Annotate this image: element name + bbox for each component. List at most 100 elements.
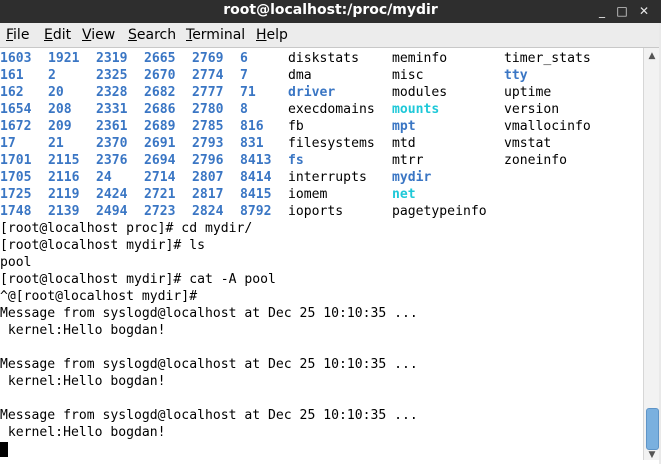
menu-help[interactable]: Help (256, 27, 288, 43)
listing-entry: mtrr (392, 153, 424, 168)
listing-entry: 2694 (144, 153, 176, 168)
terminal-area[interactable]: 1603 1921 2319 2665 2769 6 diskstats meminfo tim… (0, 48, 643, 460)
listing-entry: 2361 (96, 119, 128, 134)
vertical-scrollbar[interactable]: ▲ ▼ (643, 48, 660, 460)
listing-entry: 2780 (192, 102, 224, 117)
scroll-up-arrow-icon[interactable]: ▲ (647, 51, 657, 61)
listing-entry: 1701 (0, 153, 32, 168)
listing-entry: 24 (96, 170, 112, 185)
listing-entry: 2331 (96, 102, 128, 117)
listing-entry: version (504, 102, 560, 117)
terminal-output-line: kernel:Hello bogdan! (0, 374, 166, 389)
listing-entry: 71 (240, 85, 256, 100)
listing-entry: 2682 (144, 85, 176, 100)
listing-entry: 2824 (192, 204, 224, 219)
window-title: root@localhost:/proc/mydir (223, 2, 438, 18)
terminal-output-line: [root@localhost mydir]# cat -A pool (0, 272, 276, 287)
listing-entry: 2665 (144, 51, 176, 66)
listing-entry: 8 (240, 102, 248, 117)
listing-entry: 20 (48, 85, 64, 100)
listing-entry: 17 (0, 136, 16, 151)
listing-entry: 2424 (96, 187, 128, 202)
listing-entry: 1705 (0, 170, 32, 185)
listing-entry: 2721 (144, 187, 176, 202)
listing-entry: 6 (240, 51, 248, 66)
listing-entry: 2686 (144, 102, 176, 117)
listing-entry: 21 (48, 136, 64, 151)
terminal-output-line: Message from syslogd@localhost at Dec 25… (0, 357, 418, 372)
listing-entry: diskstats (288, 51, 359, 66)
listing-entry: 1603 (0, 51, 32, 66)
listing-entry: pagetypeinfo (392, 204, 487, 219)
text-cursor (0, 442, 8, 457)
title-bar: root@localhost:/proc/mydir _ □ ✕ (0, 0, 661, 23)
listing-entry: 161 (0, 68, 24, 83)
listing-row: 1701 2115 2376 2694 2796 8413 fs mtrr zoneinfo (0, 152, 643, 169)
listing-entry: mtd (392, 136, 416, 151)
listing-entry: iomem (288, 187, 328, 202)
listing-entry: 2328 (96, 85, 128, 100)
listing-entry: uptime (504, 85, 552, 100)
listing-entry: 2370 (96, 136, 128, 151)
scrollbar-thumb[interactable] (646, 408, 659, 450)
listing-entry: 2769 (192, 51, 224, 66)
minimize-button[interactable]: _ (594, 3, 610, 19)
menu-file[interactable]: File (6, 27, 29, 43)
terminal-output-line: kernel:Hello bogdan! (0, 425, 166, 440)
listing-entry: execdomains (288, 102, 375, 117)
listing-entry: mpt (392, 119, 416, 134)
listing-entry: 8792 (240, 204, 272, 219)
maximize-button[interactable]: □ (614, 3, 630, 19)
terminal-output-line: [root@localhost mydir]# ls (0, 238, 205, 253)
listing-row: 1705 2116 24 2714 2807 8414 interrupts mydir (0, 169, 643, 186)
listing-entry: 2714 (144, 170, 176, 185)
listing-entry: tty (504, 68, 528, 83)
listing-entry: 2670 (144, 68, 176, 83)
listing-entry: 1725 (0, 187, 32, 202)
terminal-output-line: kernel:Hello bogdan! (0, 323, 166, 338)
listing-entry: 2376 (96, 153, 128, 168)
listing-row: 17 21 2370 2691 2793 831 filesystems mtd vmstat (0, 135, 643, 152)
listing-entry: timer_stats (504, 51, 591, 66)
listing-entry: 2119 (48, 187, 80, 202)
listing-entry: 2319 (96, 51, 128, 66)
menu-terminal[interactable]: Terminal (186, 27, 245, 43)
listing-entry: 2774 (192, 68, 224, 83)
listing-entry: 162 (0, 85, 24, 100)
listing-entry: filesystems (288, 136, 375, 151)
menu-bar: File Edit View Search Terminal Help (0, 23, 661, 48)
listing-entry: vmstat (504, 136, 552, 151)
listing-entry: mounts (392, 102, 440, 117)
listing-entry: 2691 (144, 136, 176, 151)
listing-entry: dma (288, 68, 312, 83)
listing-entry: 2139 (48, 204, 80, 219)
menu-view[interactable]: View (82, 27, 115, 43)
listing-entry: fb (288, 119, 304, 134)
listing-entry: zoneinfo (504, 153, 568, 168)
listing-entry: 2723 (144, 204, 176, 219)
listing-entry: 816 (240, 119, 264, 134)
scroll-down-arrow-icon[interactable]: ▼ (647, 450, 657, 460)
menu-edit[interactable]: Edit (44, 27, 71, 43)
close-button[interactable]: ✕ (636, 3, 652, 19)
listing-entry: 1672 (0, 119, 32, 134)
listing-row: 1725 2119 2424 2721 2817 8415 iomem net (0, 186, 643, 203)
listing-entry: 2116 (48, 170, 80, 185)
listing-entry: vmallocinfo (504, 119, 591, 134)
menu-search[interactable]: Search (128, 27, 176, 43)
listing-entry: 2777 (192, 85, 224, 100)
listing-entry: 2689 (144, 119, 176, 134)
listing-entry: 2817 (192, 187, 224, 202)
listing-entry: 2115 (48, 153, 80, 168)
listing-entry: ioports (288, 204, 344, 219)
listing-entry: meminfo (392, 51, 448, 66)
listing-entry: 208 (48, 102, 72, 117)
listing-entry: 2793 (192, 136, 224, 151)
listing-entry: misc (392, 68, 424, 83)
listing-row: 1603 1921 2319 2665 2769 6 diskstats meminfo tim… (0, 50, 643, 67)
listing-entry: 2807 (192, 170, 224, 185)
listing-entry: interrupts (288, 170, 367, 185)
listing-entry: modules (392, 85, 448, 100)
terminal-output-line: ^@[root@localhost mydir]# (0, 289, 198, 304)
listing-row: 162 20 2328 2682 2777 71 driver modules uptime (0, 84, 643, 101)
